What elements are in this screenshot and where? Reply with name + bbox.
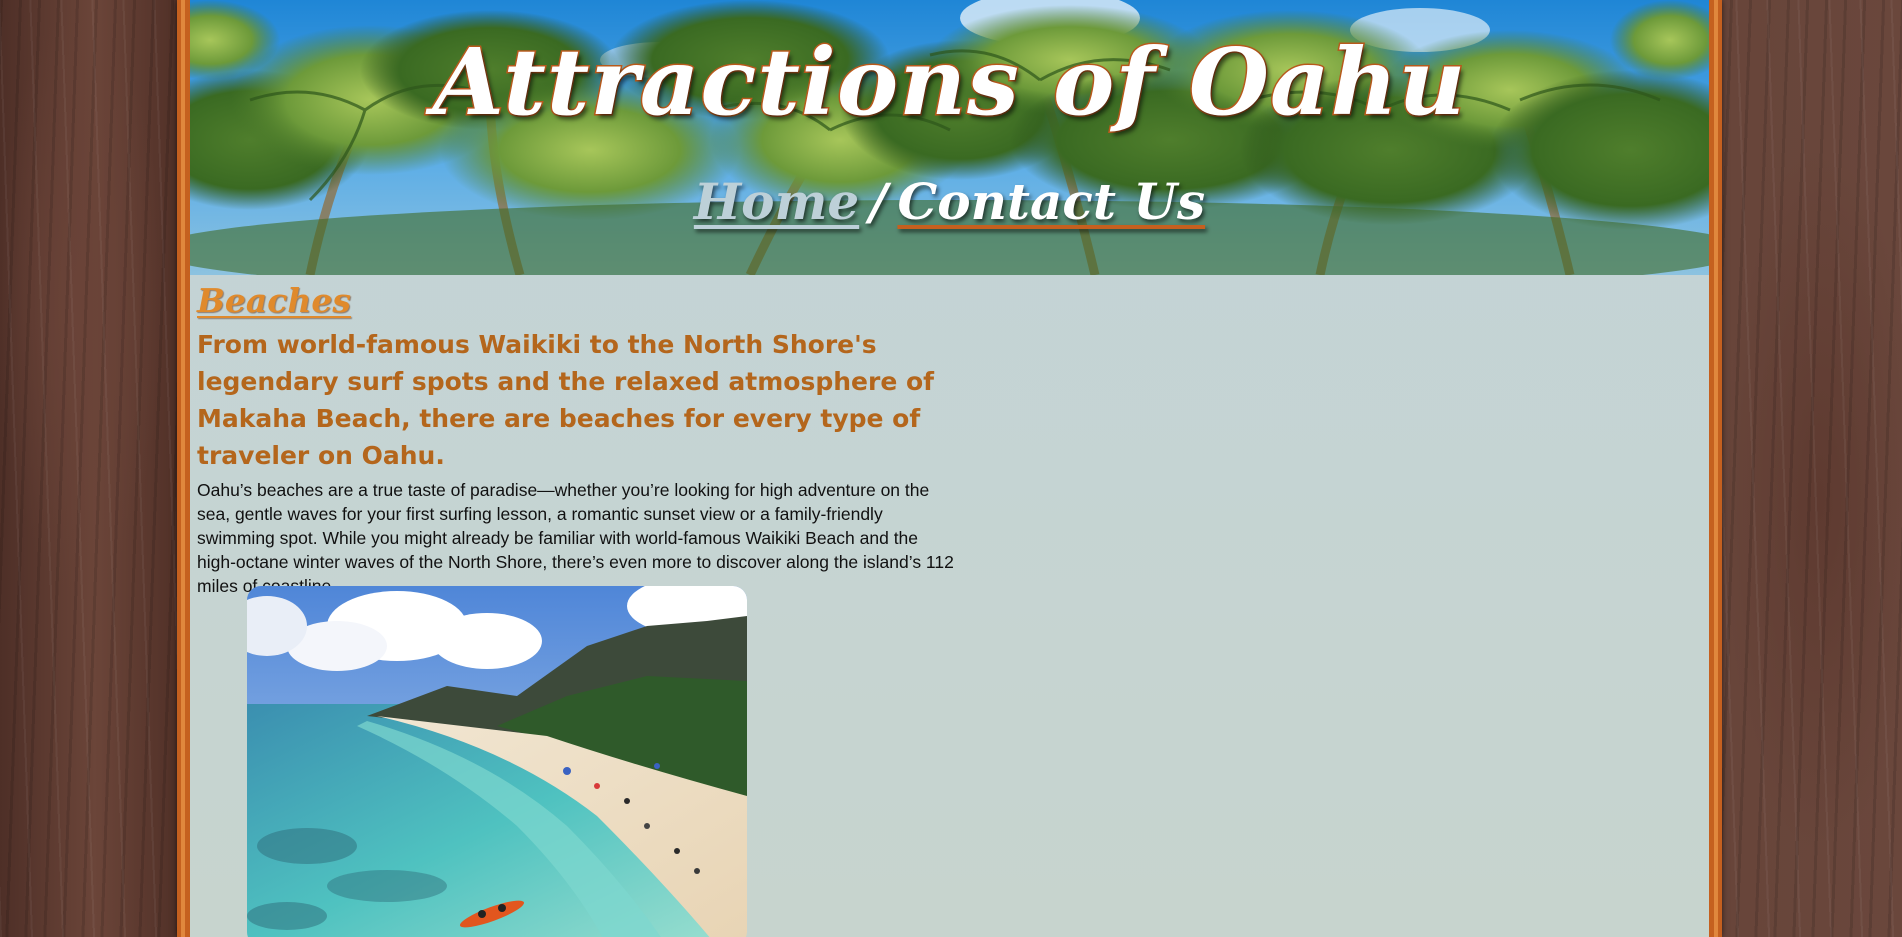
page-container: Attractions of Oahu Home / Contact Us Beac… bbox=[190, 0, 1709, 937]
nav-home-link[interactable]: Home bbox=[694, 172, 859, 231]
nav-separator: / bbox=[869, 172, 888, 231]
beach-photo bbox=[247, 586, 747, 937]
beach-aerial-photo bbox=[247, 586, 747, 937]
header-banner: Attractions of Oahu Home / Contact Us bbox=[190, 0, 1709, 275]
page-frame: Attractions of Oahu Home / Contact Us Beac… bbox=[177, 0, 1722, 937]
section-body: Oahu’s beaches are a true taste of parad… bbox=[197, 480, 954, 596]
section-lead: From world-famous Waikiki to the North S… bbox=[197, 330, 935, 470]
site-title: Attractions of Oahu bbox=[431, 27, 1467, 138]
main-nav: Home / Contact Us bbox=[190, 172, 1709, 231]
main-content: Beaches From world-famous Waikiki to the… bbox=[197, 280, 957, 598]
section-title-link[interactable]: Beaches bbox=[197, 280, 957, 322]
nav-contact-link[interactable]: Contact Us bbox=[897, 172, 1205, 231]
